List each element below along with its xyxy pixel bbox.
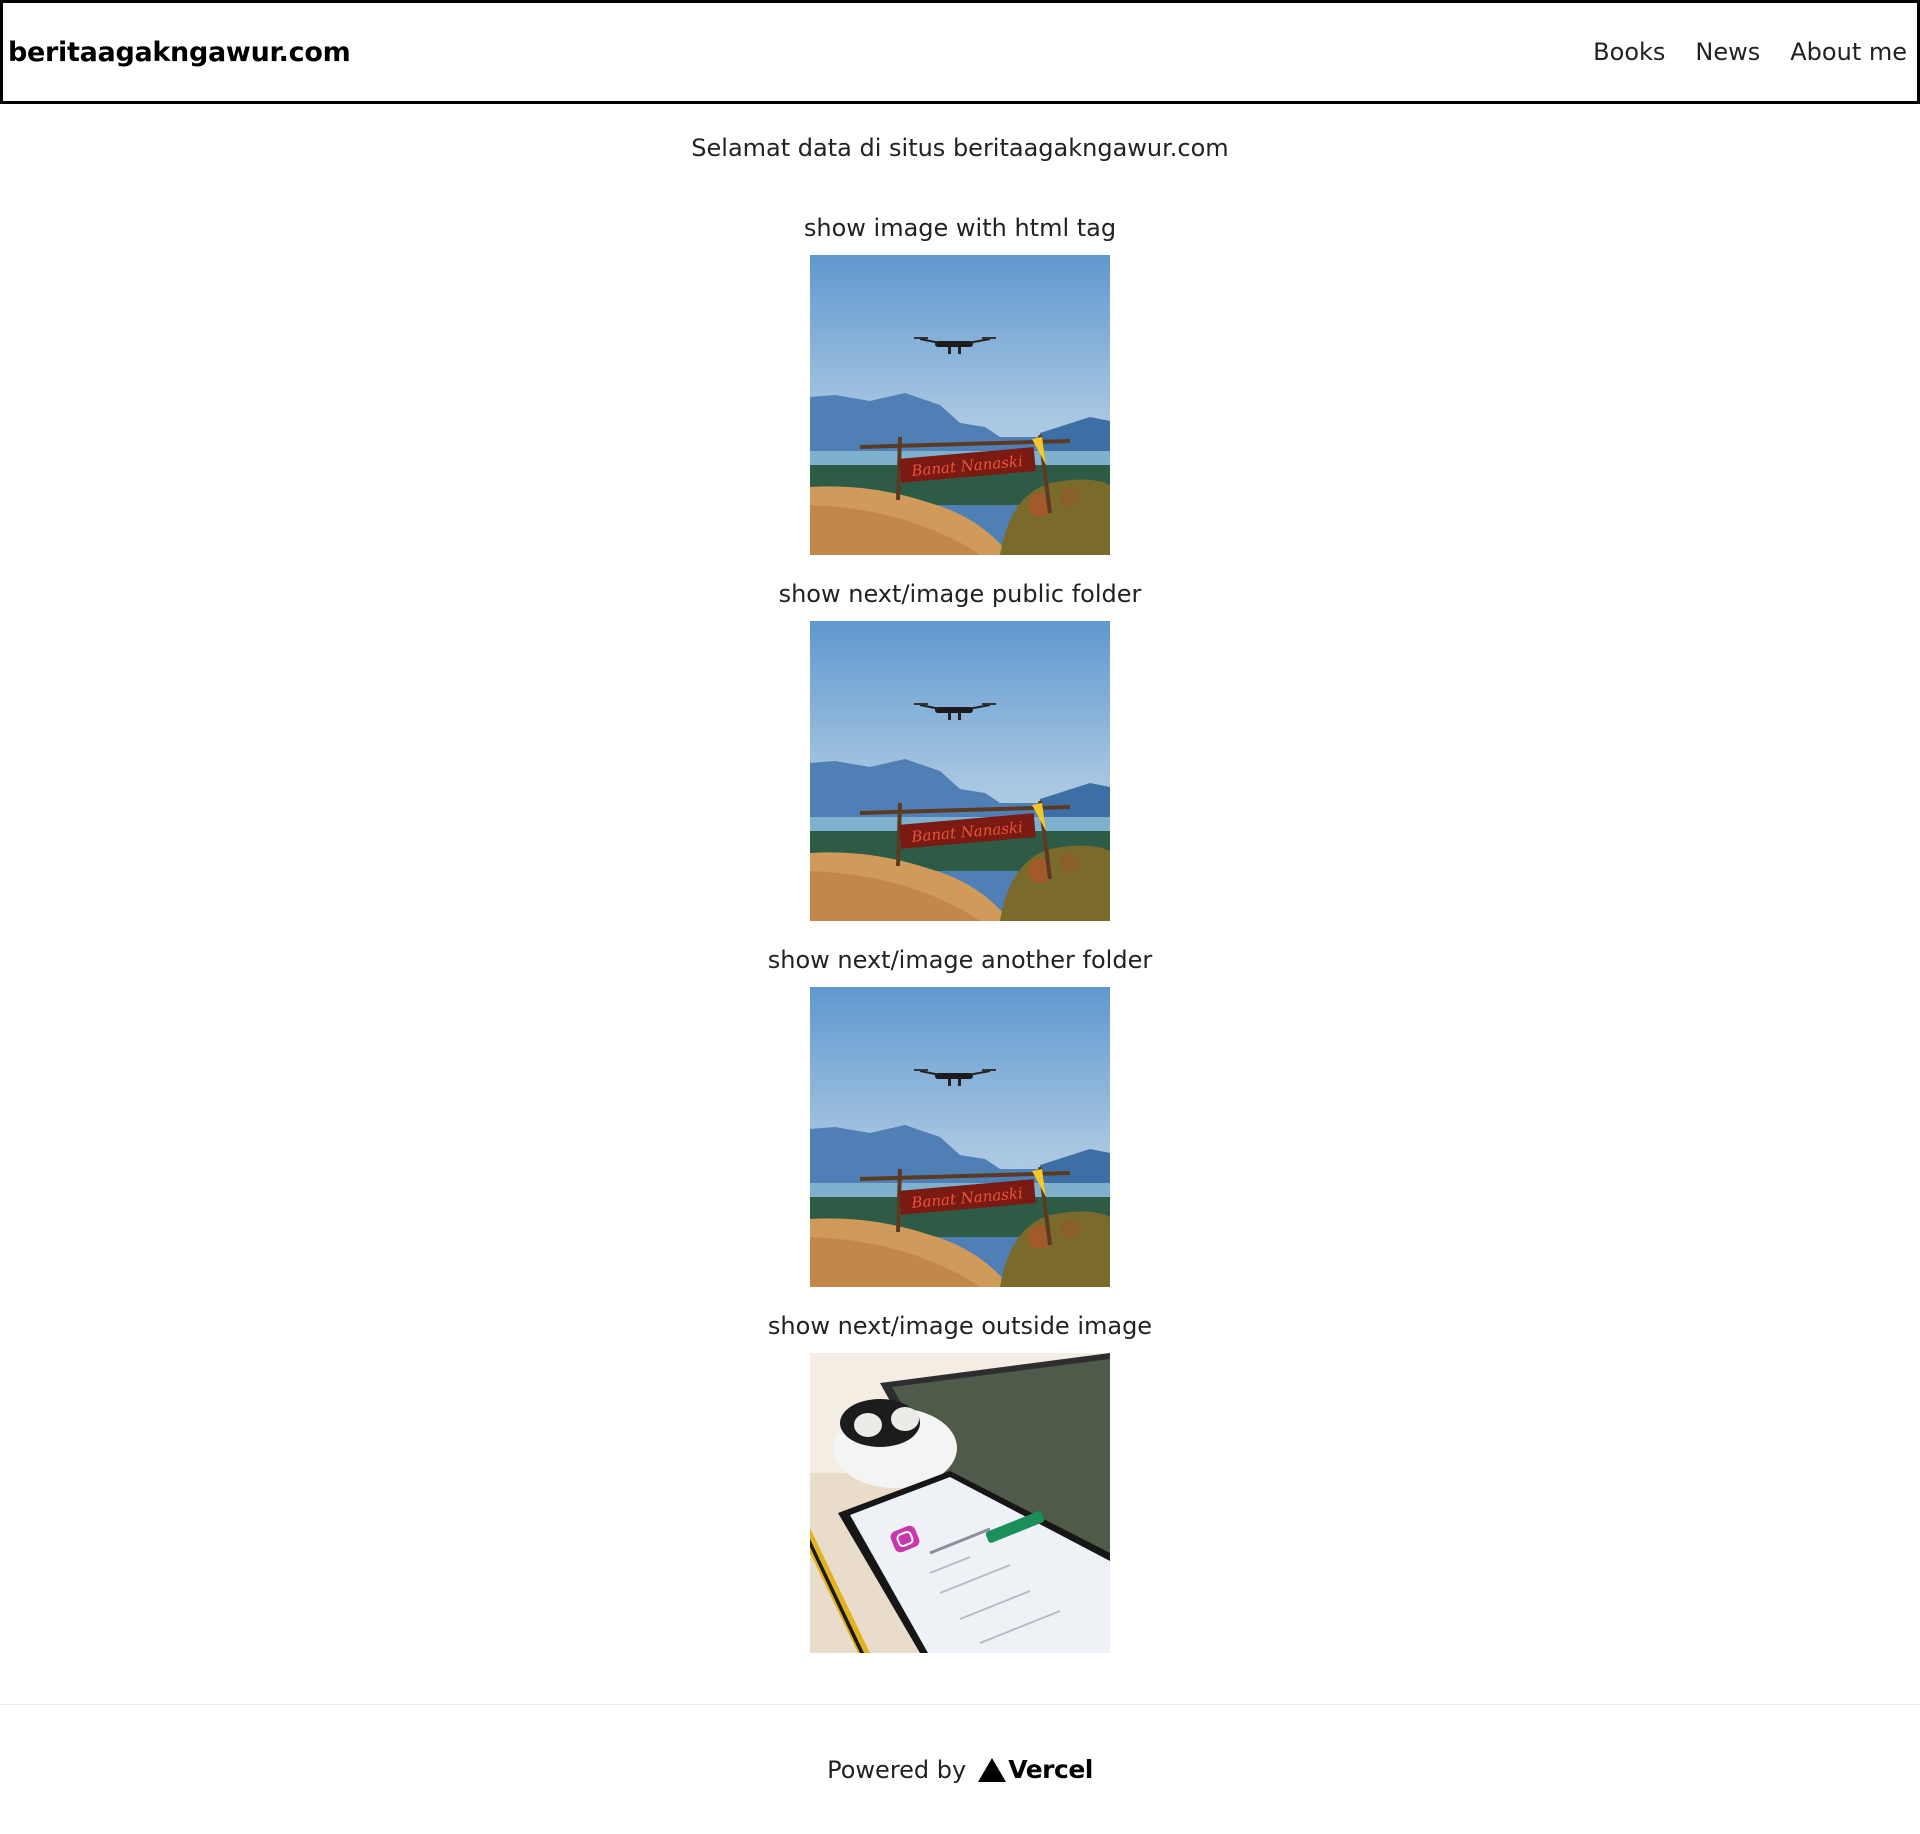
vercel-wordmark: Vercel (1008, 1755, 1093, 1784)
phone-photo-graphic (810, 1353, 1110, 1653)
section-caption: show next/image another folder (767, 946, 1153, 974)
drone-photo: Banat Nanaski (810, 987, 1110, 1287)
nav-link-news[interactable]: News (1695, 38, 1760, 66)
site-footer: Powered by Vercel (0, 1704, 1920, 1834)
drone-photo-graphic: Banat Nanaski (810, 621, 1110, 921)
section-caption: show next/image outside image (767, 1312, 1153, 1340)
main-nav: Books News About me (1593, 38, 1907, 66)
phone-photo (810, 1353, 1110, 1653)
section-caption: show image with html tag (803, 214, 1117, 242)
vercel-logo[interactable]: Vercel (978, 1755, 1093, 1784)
vercel-triangle-icon (978, 1757, 1007, 1782)
powered-by-link[interactable]: Powered by (827, 1756, 966, 1784)
nav-link-about-me[interactable]: About me (1790, 38, 1907, 66)
section-caption: show next/image public folder (778, 580, 1142, 608)
drone-photo-graphic: Banat Nanaski (810, 987, 1110, 1287)
drone-photo-graphic: Banat Nanaski (810, 255, 1110, 555)
site-header: beritaagakngawur.com Books News About me (0, 0, 1920, 104)
nav-link-books[interactable]: Books (1593, 38, 1665, 66)
site-brand[interactable]: beritaagakngawur.com (8, 37, 351, 68)
main-content: Selamat data di situs beritaagakngawur.c… (0, 104, 1920, 1653)
drone-photo: Banat Nanaski (810, 621, 1110, 921)
welcome-text: Selamat data di situs beritaagakngawur.c… (691, 134, 1229, 162)
drone-photo: Banat Nanaski (810, 255, 1110, 555)
